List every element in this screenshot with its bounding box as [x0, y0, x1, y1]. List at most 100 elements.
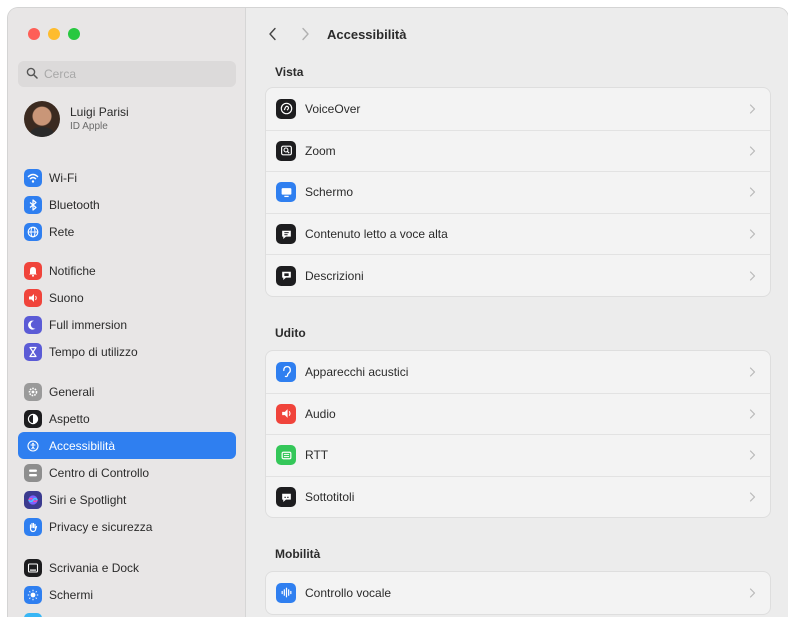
search-input[interactable]	[44, 67, 224, 81]
sidebar-item-label: Aspetto	[49, 411, 90, 426]
ear-icon	[276, 361, 296, 382]
descriptions-icon	[276, 265, 296, 286]
wifi-icon	[24, 168, 42, 187]
sidebar-group: Notifiche Suono Full immersion Tempo di uti…	[18, 257, 236, 365]
hourglass-icon	[24, 342, 42, 361]
hand-icon	[24, 517, 42, 536]
back-button[interactable]	[261, 22, 285, 46]
display-icon	[276, 182, 296, 203]
sidebar-item-label: Centro di Controllo	[49, 465, 150, 480]
sidebar-item-full-immersion[interactable]: Full immersion	[18, 311, 236, 338]
sidebar-item-siri-e-spotlight[interactable]: Siri e Spotlight	[18, 486, 236, 513]
window-controls	[28, 28, 80, 40]
wallpaper-icon	[24, 612, 42, 617]
sidebar-item-wi-fi[interactable]: Wi-Fi	[18, 164, 236, 191]
section-title-vista: Vista	[275, 65, 304, 79]
chevron-right-icon	[749, 187, 756, 198]
avatar	[24, 101, 60, 137]
sidebar-item-schermi[interactable]: Schermi	[18, 581, 236, 608]
gear-icon	[24, 382, 42, 401]
setting-row-label: Controllo vocale	[305, 585, 392, 600]
sidebar-item-accessibilita[interactable]: Accessibilità	[18, 432, 236, 459]
setting-row-label: Contenuto letto a voce alta	[305, 227, 448, 242]
main-pane: Accessibilità Vista VoiceOver Zoom Schermo C…	[247, 8, 788, 617]
apple-id-profile[interactable]: Luigi Parisi ID Apple	[24, 101, 129, 137]
profile-name: Luigi Parisi	[70, 105, 129, 119]
chevron-right-icon	[749, 367, 756, 377]
accessibility-icon	[24, 436, 42, 455]
sidebar-item-label: Schermi	[49, 587, 94, 602]
sidebar-item-rete[interactable]: Rete	[18, 218, 236, 245]
sidebar-item-label: Privacy e sicurezza	[49, 519, 153, 534]
settings-card-mobilita: Controllo vocale	[265, 571, 771, 615]
search-icon	[26, 67, 38, 82]
setting-row-label: Schermo	[305, 185, 354, 200]
sidebar-item-scrivania-e-dock[interactable]: Scrivania e Dock	[18, 554, 236, 581]
settings-card-udito: Apparecchi acustici Audio RTT Sottotitoli	[265, 350, 771, 519]
setting-row-label: Audio	[305, 406, 336, 421]
setting-row-label: RTT	[305, 448, 329, 463]
setting-row-label: Apparecchi acustici	[305, 364, 409, 379]
speaker-icon	[24, 288, 42, 307]
sidebar-item-tempo-di-utilizzo[interactable]: Tempo di utilizzo	[18, 338, 236, 365]
sidebar-item-centro-di-controllo[interactable]: Centro di Controllo	[18, 459, 236, 486]
setting-row-contenuto-letto-a-voce-alta[interactable]: Contenuto letto a voce alta	[266, 212, 770, 255]
speech-bubble-icon	[276, 224, 296, 245]
sidebar-item-label: Scrivania e Dock	[49, 560, 140, 575]
forward-button[interactable]	[293, 22, 317, 46]
setting-row-apparecchi-acustici[interactable]: Apparecchi acustici	[266, 351, 770, 393]
setting-row-schermo[interactable]: Schermo	[266, 171, 770, 213]
chevron-right-icon	[749, 146, 756, 156]
toolbar: Accessibilità	[247, 20, 788, 48]
bell-icon	[24, 261, 42, 280]
setting-row-descrizioni[interactable]: Descrizioni	[266, 254, 770, 296]
sidebar-item-label: Siri e Spotlight	[49, 492, 127, 507]
sidebar-item-label: Wi-Fi	[49, 170, 77, 185]
close-button[interactable]	[28, 28, 40, 40]
setting-row-controllo-vocale[interactable]: Controllo vocale	[266, 572, 770, 614]
dock-icon	[24, 558, 42, 577]
sidebar: Luigi Parisi ID Apple Wi-Fi Bluetooth Rete…	[8, 8, 246, 617]
moon-icon	[24, 315, 42, 334]
sidebar-group: Wi-Fi Bluetooth Rete	[18, 164, 236, 245]
sidebar-item-notifiche[interactable]: Notifiche	[18, 257, 236, 284]
chevron-left-icon	[269, 27, 276, 41]
setting-row-label: Zoom	[305, 143, 336, 158]
captions-icon	[276, 487, 296, 508]
section-title-udito: Udito	[275, 326, 306, 340]
search-field[interactable]	[18, 61, 236, 87]
chevron-right-icon	[749, 104, 756, 114]
chevron-right-icon	[749, 450, 756, 461]
sidebar-item-label: Accessibilità	[49, 438, 116, 453]
sidebar-item-suono[interactable]: Suono	[18, 284, 236, 311]
waveform-icon	[276, 582, 296, 603]
chevron-right-icon	[749, 492, 756, 502]
control-center-icon	[24, 463, 42, 482]
setting-row-sottotitoli[interactable]: Sottotitoli	[266, 475, 770, 518]
sidebar-group: Generali Aspetto Accessibilità Centro di Co…	[18, 378, 236, 540]
zoom-button[interactable]	[68, 28, 80, 40]
rtt-icon	[276, 445, 296, 466]
voiceover-icon	[276, 98, 296, 119]
setting-row-audio[interactable]: Audio	[266, 392, 770, 435]
setting-row-voiceover[interactable]: VoiceOver	[266, 88, 770, 130]
sidebar-item-sfondo[interactable]: Sfondo	[18, 608, 236, 617]
sidebar-item-aspetto[interactable]: Aspetto	[18, 405, 236, 432]
sidebar-item-bluetooth[interactable]: Bluetooth	[18, 191, 236, 218]
setting-row-rtt[interactable]: RTT	[266, 434, 770, 476]
page-title: Accessibilità	[327, 26, 407, 42]
sidebar-item-label: Bluetooth	[49, 197, 100, 212]
sidebar-item-privacy-e-sicurezza[interactable]: Privacy e sicurezza	[18, 513, 236, 540]
setting-row-label: VoiceOver	[305, 101, 361, 116]
setting-row-zoom[interactable]: Zoom	[266, 129, 770, 172]
setting-row-label: Descrizioni	[305, 268, 364, 283]
sidebar-group: Scrivania e Dock Schermi Sfondo	[18, 554, 236, 617]
chevron-right-icon	[749, 229, 756, 239]
sidebar-item-label: Suono	[49, 290, 84, 305]
minimize-button[interactable]	[48, 28, 60, 40]
sidebar-item-label: Tempo di utilizzo	[49, 344, 138, 359]
sidebar-item-label: Notifiche	[49, 263, 96, 278]
sidebar-item-generali[interactable]: Generali	[18, 378, 236, 405]
speaker-icon	[276, 403, 296, 424]
siri-icon	[24, 490, 42, 509]
